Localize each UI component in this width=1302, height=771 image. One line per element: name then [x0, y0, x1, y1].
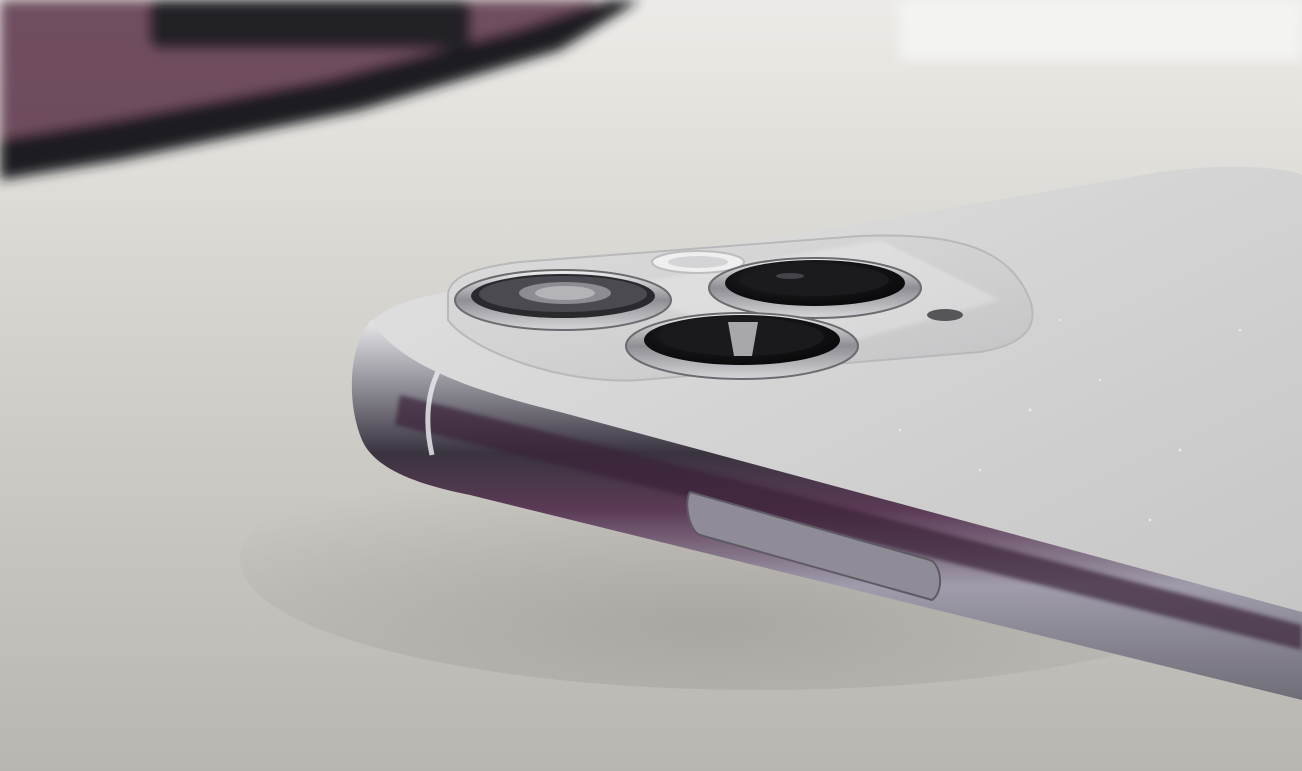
microphone-hole — [927, 309, 963, 321]
camera-lens-ultrawide — [625, 312, 859, 380]
window-glare — [900, 0, 1302, 60]
phone-photo — [0, 0, 1302, 771]
camera-lens-telephoto — [708, 257, 922, 319]
flash-inner — [668, 256, 728, 268]
camera-lens-wide — [454, 269, 672, 331]
photo-scene — [0, 0, 1302, 771]
